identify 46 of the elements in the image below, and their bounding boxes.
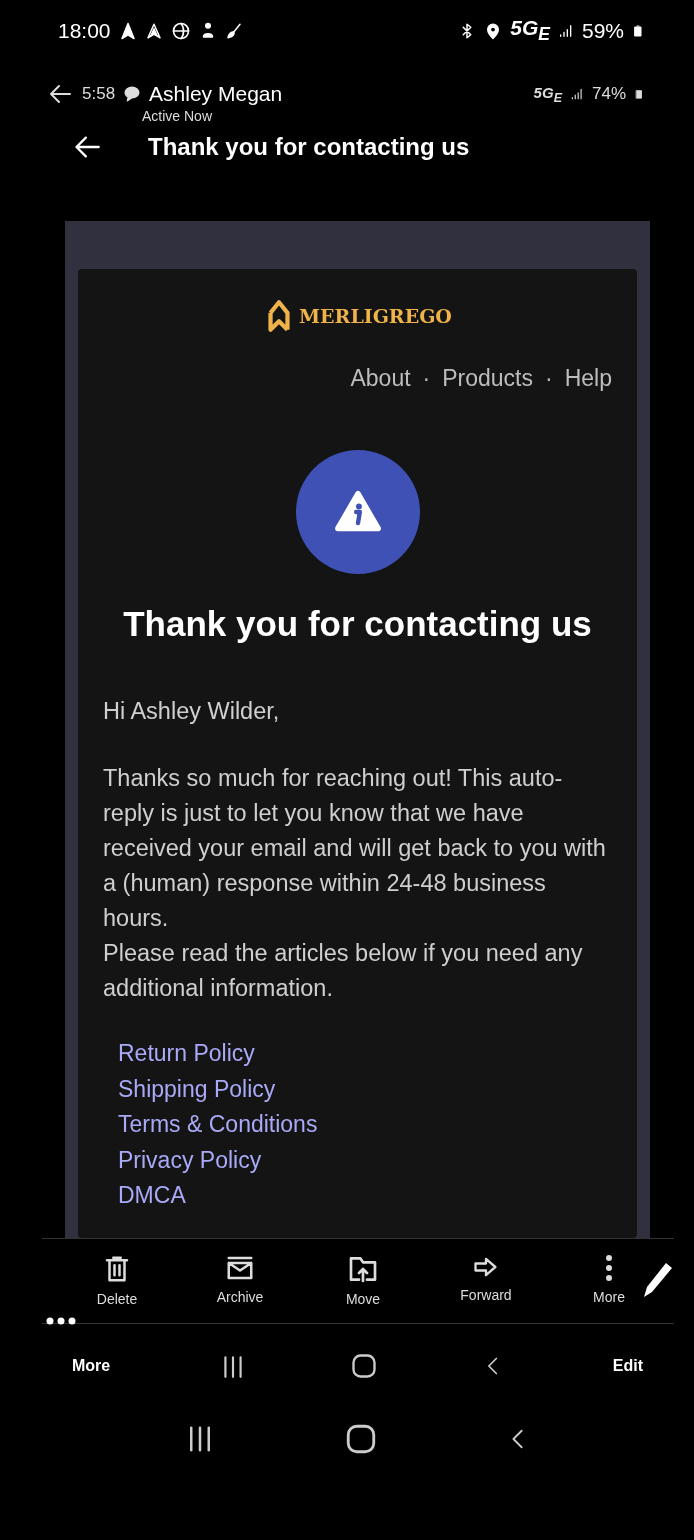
- email-heading: Thank you for contacting us: [122, 604, 593, 644]
- broom-icon: [224, 21, 243, 41]
- toolbar-button[interactable]: Move: [318, 1239, 408, 1323]
- globe-icon: [170, 21, 191, 41]
- network-type: 5G$_{E}$: [533, 83, 562, 105]
- article-link[interactable]: DMCA: [118, 1178, 186, 1214]
- presence-status: Active Now: [142, 108, 213, 124]
- article-link[interactable]: Terms & Conditions: [118, 1107, 318, 1143]
- chat-bubble-icon: [123, 85, 142, 103]
- more-icon: [604, 1253, 614, 1283]
- separator-dot: ·: [545, 365, 553, 392]
- signal-icon: [569, 86, 584, 102]
- nav-link[interactable]: About: [350, 365, 411, 392]
- toolbar-button[interactable]: More: [564, 1239, 654, 1323]
- home-button[interactable]: [350, 1352, 379, 1380]
- dots-icon: [46, 1317, 76, 1325]
- article-link[interactable]: Shipping Policy: [118, 1071, 276, 1107]
- home-icon: [344, 1422, 378, 1456]
- toolbar-button[interactable]: Delete: [72, 1239, 162, 1323]
- article-link[interactable]: Privacy Policy: [118, 1142, 262, 1178]
- navigation-icon: [144, 21, 163, 41]
- clock: 5:58: [82, 84, 116, 104]
- greeting: Hi Ashley Wilder,: [103, 697, 281, 726]
- home-icon: [350, 1352, 379, 1380]
- navigation-icon: [118, 21, 137, 41]
- separator-dot: ·: [422, 365, 431, 392]
- clock: 18:00: [58, 19, 111, 43]
- warning-info-icon: [333, 490, 382, 534]
- nav-link[interactable]: Help: [564, 365, 612, 392]
- email-subject: Thank you for contacting us: [148, 133, 470, 161]
- network-type: 5G$_{E}$: [510, 16, 550, 46]
- body-paragraph: Please read the articles below if you need any additional information.: [103, 939, 584, 1003]
- more-button[interactable]: More: [66, 1356, 117, 1376]
- home-button[interactable]: [344, 1422, 378, 1456]
- signal-icon: [557, 22, 574, 40]
- brand-name: MERLIGREGO: [299, 305, 452, 327]
- body-paragraph: Thanks so much for reaching out! This auto-reply is just to let you know that we have received your email and will get back to you with a (human) response within 24-48 business hours.: [103, 764, 607, 933]
- article-link[interactable]: Return Policy: [118, 1036, 255, 1072]
- battery-level: 74%: [591, 84, 626, 104]
- contact-name: Ashley Megan: [149, 82, 283, 106]
- toolbar-button[interactable]: Forward: [441, 1239, 531, 1323]
- battery-icon: [632, 22, 644, 40]
- nav-link[interactable]: Products: [442, 365, 533, 392]
- toolbar-button[interactable]: Archive: [195, 1239, 285, 1323]
- battery-level: 59%: [581, 19, 624, 43]
- edit-button[interactable]: Edit: [606, 1356, 649, 1376]
